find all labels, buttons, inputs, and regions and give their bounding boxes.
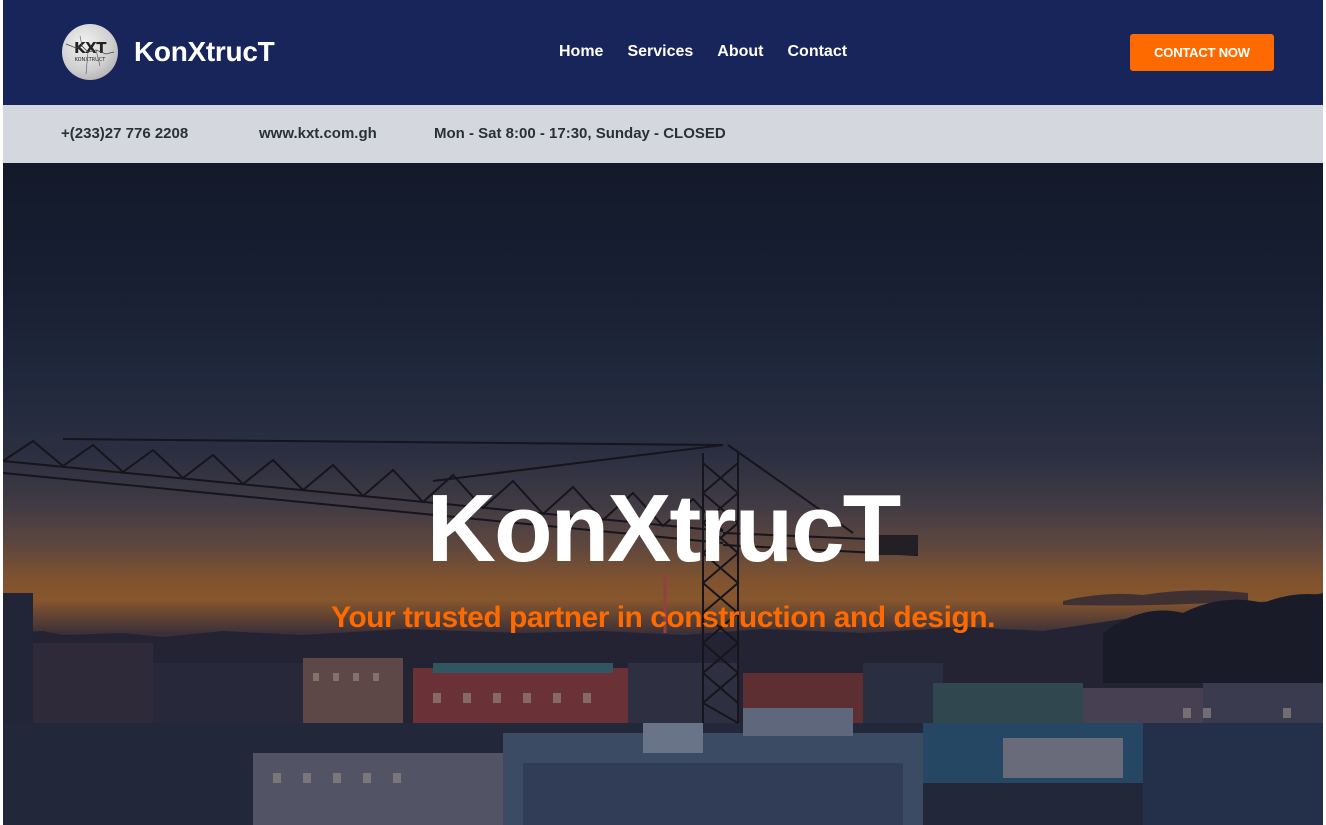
hero-section: KonXtrucT Your trusted partner in constr… (3, 163, 1323, 825)
website-link[interactable]: www.kxt.com.gh (259, 125, 377, 143)
brand-name[interactable]: KonXtrucT (134, 36, 275, 68)
contact-now-button[interactable]: CONTACT NOW (1130, 34, 1274, 71)
nav-home[interactable]: Home (559, 42, 603, 62)
nav-contact[interactable]: Contact (788, 42, 848, 62)
site-header: KXT KONXTRUCT KonXtrucT Home Services Ab… (3, 0, 1323, 105)
main-nav: Home Services About Contact (559, 42, 871, 62)
phone-number[interactable]: +(233)27 776 2208 (61, 125, 188, 143)
nav-about[interactable]: About (717, 42, 763, 62)
opening-hours: Mon - Sat 8:00 - 17:30, Sunday - CLOSED (434, 125, 726, 142)
logo-crack-graphic (65, 35, 115, 75)
info-bar: +(233)27 776 2208 www.kxt.com.gh Mon - S… (3, 105, 1323, 163)
hero-title: KonXtrucT (426, 475, 902, 582)
logo-link[interactable]: KXT KONXTRUCT KonXtrucT (62, 24, 275, 80)
logo-icon: KXT KONXTRUCT (62, 24, 118, 80)
hero-subtitle: Your trusted partner in construction and… (331, 601, 995, 634)
page: KXT KONXTRUCT KonXtrucT Home Services Ab… (0, 0, 1326, 825)
nav-services[interactable]: Services (627, 42, 693, 62)
